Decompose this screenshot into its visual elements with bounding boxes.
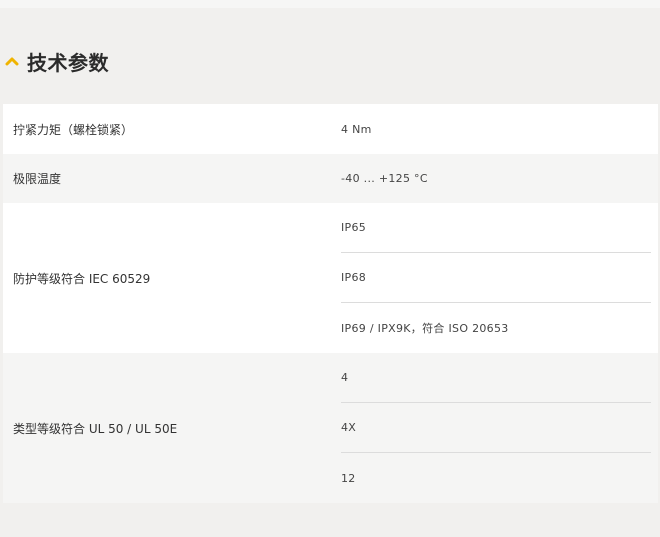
spec-table: 拧紧力矩（螺栓锁紧） 4 Nm 极限温度 -40 ... +125 °C 防护等… <box>3 104 658 503</box>
spec-row-ul-type: 类型等级符合 UL 50 / UL 50E 4 4X 12 <box>3 353 658 503</box>
spec-row-torque: 拧紧力矩（螺栓锁紧） 4 Nm <box>3 104 658 154</box>
spec-value: 4 Nm <box>341 122 372 136</box>
spec-row-temperature: 极限温度 -40 ... +125 °C <box>3 154 658 203</box>
spec-value: 4X <box>341 403 651 453</box>
spec-value: 4 <box>341 353 651 403</box>
spec-row-ip-rating: 防护等级符合 IEC 60529 IP65 IP68 IP69 / IPX9K，… <box>3 203 658 353</box>
technical-data-header[interactable]: 技术参数 <box>3 47 109 75</box>
spec-value: IP65 <box>341 203 651 253</box>
spec-value: IP68 <box>341 253 651 303</box>
spec-value: -40 ... +125 °C <box>341 172 428 185</box>
spec-label: 极限温度 <box>13 172 62 186</box>
spec-values: IP65 IP68 IP69 / IPX9K，符合 ISO 20653 <box>331 203 658 353</box>
spec-label: 防护等级符合 IEC 60529 <box>13 271 151 286</box>
spec-label: 类型等级符合 UL 50 / UL 50E <box>13 421 178 436</box>
spec-value: 12 <box>341 471 356 485</box>
chevron-up-icon <box>3 54 21 68</box>
spec-values: 4 4X 12 <box>331 353 658 503</box>
spec-label: 拧紧力矩（螺栓锁紧） <box>13 122 134 137</box>
section-title: 技术参数 <box>27 50 109 75</box>
top-strip <box>0 0 660 8</box>
spec-values: 4 Nm <box>331 104 658 154</box>
spec-values: -40 ... +125 °C <box>331 154 658 203</box>
spec-value: IP69 / IPX9K，符合 ISO 20653 <box>341 322 509 335</box>
